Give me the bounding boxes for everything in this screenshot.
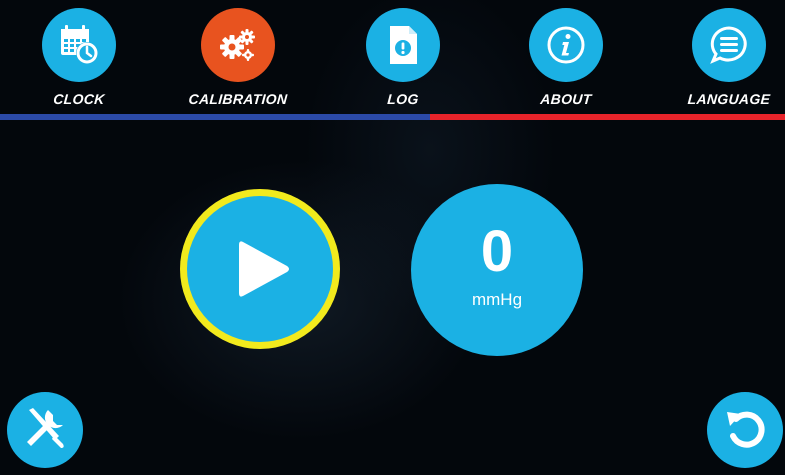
info-icon [529, 8, 603, 82]
nav-item-calibration[interactable]: CALIBRATION [183, 8, 293, 113]
start-button[interactable] [180, 189, 340, 349]
nav-label-log: LOG [386, 91, 420, 107]
nav-item-log[interactable]: LOG [348, 8, 458, 113]
pressure-gauge: 0 mmHg [411, 184, 583, 356]
nav-item-about[interactable]: ABOUT [511, 8, 621, 113]
nav-label-calibration: CALIBRATION [188, 91, 288, 107]
log-document-icon [366, 8, 440, 82]
pressure-value: 0 [480, 219, 514, 284]
nav-item-clock[interactable]: CLOCK [24, 8, 134, 113]
nav-label-clock: CLOCK [52, 91, 106, 107]
pressure-unit: mmHg [471, 290, 523, 309]
device-screen: CLOCK CALIBRATION LOG ABOUT LANGUAGE 0 m… [0, 0, 785, 475]
nav-item-language[interactable]: LANGUAGE [674, 8, 784, 113]
nav-label-language: LANGUAGE [687, 91, 771, 107]
undo-arrow-icon [719, 402, 771, 459]
gears-icon [201, 8, 275, 82]
wrench-screwdriver-icon [19, 402, 71, 459]
calendar-clock-icon [42, 8, 116, 82]
divider-bar-red [430, 114, 785, 120]
nav-label-about: ABOUT [539, 91, 593, 107]
top-navigation: CLOCK CALIBRATION LOG ABOUT LANGUAGE [0, 0, 785, 112]
settings-tools-button[interactable] [7, 392, 83, 468]
back-button[interactable] [707, 392, 783, 468]
speech-bubble-icon [692, 8, 766, 82]
play-icon [187, 196, 333, 342]
divider-bar-blue [0, 114, 430, 120]
